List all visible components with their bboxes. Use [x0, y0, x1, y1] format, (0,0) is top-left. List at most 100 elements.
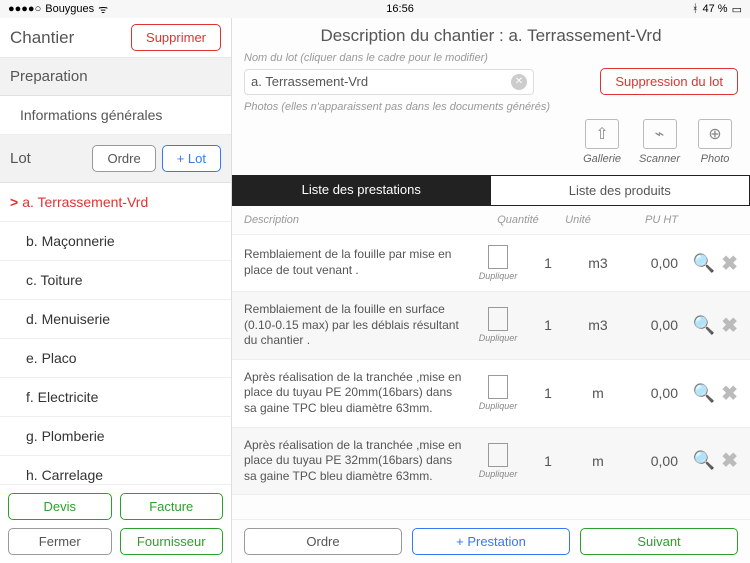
- row-unit: m3: [573, 255, 623, 271]
- search-icon[interactable]: 🔍: [693, 253, 715, 274]
- tab-produits[interactable]: Liste des produits: [491, 175, 750, 206]
- lot-name-label: Nom du lot (cliquer dans le cadre pour l…: [232, 52, 750, 64]
- row-qty: 1: [523, 317, 573, 333]
- lot-label: e. Placo: [26, 350, 77, 366]
- fournisseur-button[interactable]: Fournisseur: [120, 528, 224, 555]
- scanner-button[interactable]: ⌁ Scanner: [639, 119, 680, 165]
- sidebar-lot-item[interactable]: g. Plomberie: [0, 417, 231, 456]
- th-description: Description: [244, 214, 488, 226]
- suivant-button[interactable]: Suivant: [580, 528, 738, 555]
- sidebar-lot-item[interactable]: b. Maçonnerie: [0, 222, 231, 261]
- row-unit: m3: [573, 317, 623, 333]
- row-unit: m: [573, 385, 623, 401]
- lot-label: h. Carrelage: [26, 467, 103, 483]
- delete-chantier-button[interactable]: Supprimer: [131, 24, 221, 51]
- devis-button[interactable]: Devis: [8, 493, 112, 520]
- status-bar: ●●●●○ Bouygues ᯤ 16:56 ᚼ 47 % ▭: [0, 0, 750, 18]
- sidebar-lot-item[interactable]: e. Placo: [0, 339, 231, 378]
- row-pu: 0,00: [623, 385, 678, 401]
- photo-label: Photo: [701, 153, 730, 165]
- gallerie-button[interactable]: ⇧ Gallerie: [583, 119, 621, 165]
- row-pu: 0,00: [623, 453, 678, 469]
- lot-label: g. Plomberie: [26, 428, 105, 444]
- sidebar-lot-item[interactable]: >a. Terrassement-Vrd: [0, 183, 231, 222]
- photo-button[interactable]: ⊕ Photo: [698, 119, 732, 165]
- table-row: Après réalisation de la tranchée ,mise e…: [232, 360, 750, 428]
- wifi-icon: ᯤ: [98, 2, 108, 17]
- delete-row-icon[interactable]: ✖: [721, 448, 738, 473]
- duplicate-label: Dupliquer: [479, 401, 518, 411]
- search-icon[interactable]: 🔍: [693, 450, 715, 471]
- duplicate-button[interactable]: Dupliquer: [473, 307, 523, 343]
- lot-label: d. Menuiserie: [26, 311, 110, 327]
- table-header: Description Quantité Unité PU HT: [232, 206, 750, 235]
- duplicate-button[interactable]: Dupliquer: [473, 443, 523, 479]
- search-icon[interactable]: 🔍: [693, 383, 715, 404]
- section-lot: Lot Ordre + Lot: [0, 135, 231, 183]
- row-description: Remblaiement de la fouille en surface (0…: [244, 302, 473, 349]
- sidebar: Chantier Supprimer Preparation Informati…: [0, 18, 232, 563]
- duplicate-icon: [488, 245, 508, 269]
- clock: 16:56: [386, 3, 414, 15]
- row-unit: m: [573, 453, 623, 469]
- lot-label: c. Toiture: [26, 272, 83, 288]
- delete-row-icon[interactable]: ✖: [721, 313, 738, 338]
- gallerie-label: Gallerie: [583, 153, 621, 165]
- section-preparation[interactable]: Preparation: [0, 58, 231, 96]
- duplicate-icon: [488, 443, 508, 467]
- row-pu: 0,00: [623, 317, 678, 333]
- delete-row-icon[interactable]: ✖: [721, 381, 738, 406]
- duplicate-icon: [488, 307, 508, 331]
- battery-icon: ▭: [732, 3, 742, 16]
- row-pu: 0,00: [623, 255, 678, 271]
- order-prest-button[interactable]: Ordre: [244, 528, 402, 555]
- sidebar-lot-item[interactable]: f. Electricite: [0, 378, 231, 417]
- duplicate-label: Dupliquer: [479, 333, 518, 343]
- row-description: Après réalisation de la tranchée ,mise e…: [244, 438, 473, 485]
- lot-name-input-wrap[interactable]: ✕: [244, 69, 534, 95]
- fermer-button[interactable]: Fermer: [8, 528, 112, 555]
- sidebar-item-infos[interactable]: Informations générales: [0, 96, 231, 135]
- sidebar-title: Chantier: [10, 28, 74, 48]
- table-row: Remblaiement de la fouille en surface (0…: [232, 292, 750, 360]
- camera-icon: ⊕: [698, 119, 732, 149]
- sidebar-lot-item[interactable]: d. Menuiserie: [0, 300, 231, 339]
- battery-pct: 47 %: [703, 3, 728, 15]
- lot-label: b. Maçonnerie: [26, 233, 115, 249]
- row-description: Après réalisation de la tranchée ,mise e…: [244, 370, 473, 417]
- scanner-icon: ⌁: [643, 119, 677, 149]
- content: Description du chantier : a. Terrassemen…: [232, 18, 750, 563]
- carrier: Bouygues: [45, 3, 94, 15]
- lot-name-input[interactable]: [251, 74, 511, 89]
- delete-row-icon[interactable]: ✖: [721, 251, 738, 276]
- sidebar-lot-item[interactable]: h. Carrelage: [0, 456, 231, 484]
- table-row: Remblaiement de la fouille par mise en p…: [232, 235, 750, 292]
- tab-prestations[interactable]: Liste des prestations: [232, 175, 491, 206]
- row-qty: 1: [523, 255, 573, 271]
- row-qty: 1: [523, 453, 573, 469]
- content-title: Description du chantier : a. Terrassemen…: [232, 18, 750, 52]
- search-icon[interactable]: 🔍: [693, 315, 715, 336]
- duplicate-button[interactable]: Dupliquer: [473, 245, 523, 281]
- chevron-right-icon: >: [10, 194, 18, 210]
- bluetooth-icon: ᚼ: [692, 3, 699, 15]
- sidebar-lot-item[interactable]: c. Toiture: [0, 261, 231, 300]
- row-description: Remblaiement de la fouille par mise en p…: [244, 247, 473, 278]
- lot-order-button[interactable]: Ordre: [92, 145, 155, 172]
- facture-button[interactable]: Facture: [120, 493, 224, 520]
- upload-icon: ⇧: [585, 119, 619, 149]
- photos-label: Photos (elles n'apparaissent pas dans le…: [232, 101, 750, 113]
- lot-header-label: Lot: [10, 150, 31, 167]
- duplicate-label: Dupliquer: [479, 469, 518, 479]
- add-prestation-button[interactable]: + Prestation: [412, 528, 570, 555]
- th-quantite: Quantité: [488, 214, 548, 226]
- table-row: Après réalisation de la tranchée ,mise e…: [232, 428, 750, 496]
- th-pu: PU HT: [608, 214, 678, 226]
- duplicate-button[interactable]: Dupliquer: [473, 375, 523, 411]
- duplicate-label: Dupliquer: [479, 271, 518, 281]
- th-unite: Unité: [548, 214, 608, 226]
- add-lot-button[interactable]: + Lot: [162, 145, 221, 172]
- clear-lot-name-icon[interactable]: ✕: [511, 74, 527, 90]
- lot-label: a. Terrassement-Vrd: [22, 194, 148, 210]
- delete-lot-button[interactable]: Suppression du lot: [600, 68, 738, 95]
